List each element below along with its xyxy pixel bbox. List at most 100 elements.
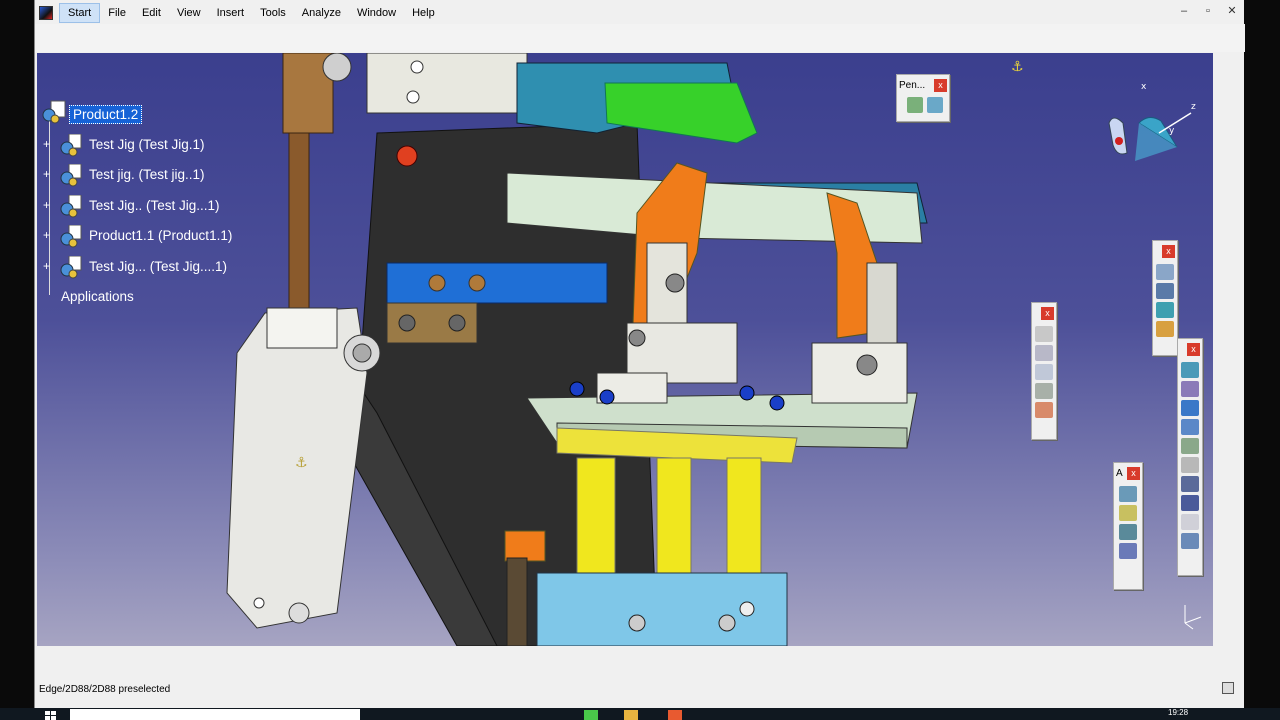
toolbar-right-2-title-bar[interactable]: x <box>1032 303 1056 323</box>
status-text: Edge/2D88/2D88 preselected <box>39 684 171 695</box>
toolbar-right-1: x <box>1152 240 1178 356</box>
toolbar-a-title-bar[interactable]: A x <box>1114 463 1142 483</box>
svg-text:⚓: ⚓ <box>1011 59 1024 75</box>
toolbar-right-3-title-bar[interactable]: x <box>1178 339 1202 359</box>
tree-node-label[interactable]: Test jig. (Test jig..1) <box>89 167 205 182</box>
gear-product-icon <box>60 164 82 187</box>
toolbar-strip <box>35 24 1245 52</box>
close-icon[interactable]: x <box>1187 342 1200 356</box>
tool-icon[interactable] <box>1181 362 1199 378</box>
restore-button[interactable]: ▫ <box>1201 4 1215 18</box>
close-icon[interactable]: x <box>934 78 947 92</box>
tree-root-label[interactable]: Product1.2 <box>69 105 143 124</box>
tree-root[interactable]: Product1.2 <box>41 100 341 129</box>
status-command-icon[interactable] <box>1222 682 1234 694</box>
tree-node-label[interactable]: Product1.1 (Product1.1) <box>89 228 232 243</box>
tool-icon[interactable] <box>1181 381 1199 397</box>
app-logo-icon[interactable] <box>39 6 53 20</box>
tool-icon[interactable] <box>1119 486 1137 502</box>
svg-text:x: x <box>1141 83 1147 92</box>
taskbar-app-icon[interactable] <box>668 710 682 720</box>
tool-icon[interactable] <box>1181 514 1199 530</box>
menu-help[interactable]: Help <box>404 3 443 23</box>
expand-icon[interactable]: + <box>43 229 53 241</box>
svg-text:z: z <box>1191 102 1196 112</box>
tool-icon[interactable] <box>1119 505 1137 521</box>
expand-icon[interactable]: + <box>43 168 53 180</box>
close-icon[interactable]: x <box>1041 306 1054 320</box>
compass-icon[interactable]: z x y <box>1099 83 1199 173</box>
mirror-icon[interactable] <box>907 97 923 113</box>
menu-window[interactable]: Window <box>349 3 404 23</box>
gear-product-icon <box>60 195 82 218</box>
svg-text:⚓: ⚓ <box>295 455 308 471</box>
tool-icon[interactable] <box>1035 345 1053 361</box>
menu-bar: Start File Edit View Insert Tools Analyz… <box>35 2 1245 24</box>
video-frame-left <box>0 0 34 708</box>
expand-icon[interactable]: + <box>43 138 53 150</box>
product-gear-icon <box>42 100 66 124</box>
toolbar-pen-title-bar[interactable]: Pen... x <box>897 75 949 95</box>
swap-icon[interactable] <box>927 97 943 113</box>
close-icon[interactable]: x <box>1127 466 1140 480</box>
tool-icon[interactable] <box>1035 364 1053 380</box>
tool-icon[interactable] <box>1181 400 1199 416</box>
menu-file[interactable]: File <box>100 3 134 23</box>
tree-node-1[interactable]: + Test Jig (Test Jig.1) <box>41 134 341 158</box>
minimize-button[interactable]: – <box>1177 4 1191 18</box>
tool-icon[interactable] <box>1156 302 1174 318</box>
menu-tools[interactable]: Tools <box>252 3 294 23</box>
tool-icon[interactable] <box>1181 476 1199 492</box>
tool-icon[interactable] <box>1181 438 1199 454</box>
tree-node-label[interactable]: Test Jig (Test Jig.1) <box>89 137 205 152</box>
tree-node-label[interactable]: Test Jig... (Test Jig....1) <box>89 259 227 274</box>
tool-icon[interactable] <box>1156 283 1174 299</box>
taskbar-app-icon[interactable] <box>584 710 598 720</box>
tree-node-5[interactable]: + Test Jig... (Test Jig....1) <box>41 256 341 280</box>
svg-text:y: y <box>1169 126 1175 136</box>
tree-applications[interactable]: Applications <box>61 289 134 304</box>
expand-icon[interactable]: + <box>43 199 53 211</box>
tool-icon[interactable] <box>1119 543 1137 559</box>
tool-icon[interactable] <box>1181 457 1199 473</box>
taskbar-folder-icon[interactable] <box>624 710 638 720</box>
toolbar-right-3: x <box>1177 338 1203 576</box>
close-button[interactable]: ✕ <box>1225 4 1239 18</box>
window-controls: – ▫ ✕ <box>1177 4 1239 18</box>
menu-edit[interactable]: Edit <box>134 3 169 23</box>
menu-view[interactable]: View <box>169 3 209 23</box>
toolbar-pen-title: Pen... <box>899 79 926 91</box>
tool-icon[interactable] <box>1035 326 1053 342</box>
expand-icon[interactable]: + <box>43 260 53 272</box>
tool-icon[interactable] <box>1181 495 1199 511</box>
tree-node-2[interactable]: + Test jig. (Test jig..1) <box>41 164 341 188</box>
tool-icon[interactable] <box>1035 402 1053 418</box>
taskbar: 19:28 <box>0 708 1280 720</box>
gear-product-icon <box>60 134 82 157</box>
toolbar-right-2: x <box>1031 302 1057 440</box>
toolbar-a-title: A <box>1116 467 1123 479</box>
toolbar-right-1-title-bar[interactable]: x <box>1153 241 1177 261</box>
tool-icon[interactable] <box>1156 321 1174 337</box>
menu-start[interactable]: Start <box>59 3 101 23</box>
toolbar-a: A x <box>1113 462 1143 590</box>
status-bar: Edge/2D88/2D88 preselected <box>35 680 1245 700</box>
tool-icon[interactable] <box>1119 524 1137 540</box>
menu-insert[interactable]: Insert <box>209 3 253 23</box>
tool-icon[interactable] <box>1181 533 1199 549</box>
tree-node-3[interactable]: + Test Jig.. (Test Jig...1) <box>41 195 341 219</box>
gear-product-icon <box>60 256 82 279</box>
gear-product-icon <box>60 225 82 248</box>
tool-icon[interactable] <box>1156 264 1174 280</box>
windows-start-icon[interactable] <box>44 710 58 720</box>
close-icon[interactable]: x <box>1162 244 1175 258</box>
tool-icon[interactable] <box>1181 419 1199 435</box>
tree-node-label[interactable]: Test Jig.. (Test Jig...1) <box>89 198 220 213</box>
tree-node-4[interactable]: + Product1.1 (Product1.1) <box>41 225 341 249</box>
catia-window: Start File Edit View Insert Tools Analyz… <box>34 0 1245 708</box>
taskbar-clock[interactable]: 19:28 <box>1168 708 1188 717</box>
menu-analyze[interactable]: Analyze <box>294 3 349 23</box>
taskbar-search[interactable] <box>70 709 360 720</box>
tool-icon[interactable] <box>1035 383 1053 399</box>
video-frame-right <box>1244 0 1280 708</box>
